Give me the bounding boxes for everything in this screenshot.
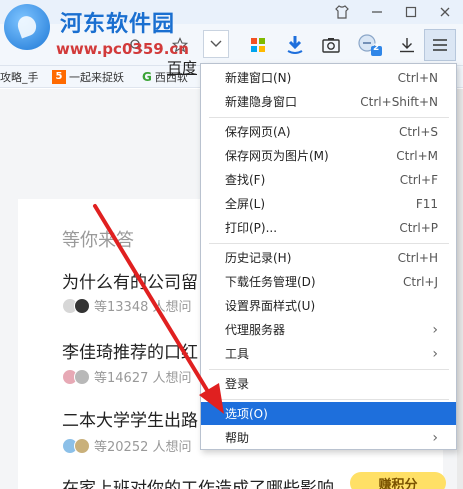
- question-title[interactable]: 二本大学学生出路: [62, 406, 198, 431]
- menu-item-label: 历史记录(H): [225, 251, 292, 265]
- menu-item-label: 登录: [225, 377, 250, 391]
- avatar: [74, 297, 90, 314]
- menu-item-help[interactable]: 帮助 ›: [201, 426, 456, 449]
- question-title[interactable]: 李佳琦推荐的口红: [62, 338, 198, 363]
- menu-item-print[interactable]: 打印(P)... Ctrl+P: [201, 216, 456, 239]
- address-dropdown-button[interactable]: [203, 30, 229, 58]
- menu-separator: [209, 243, 449, 244]
- bookmark-label: 一起来捉妖: [69, 71, 124, 84]
- watermark-url: www.pc0359.cn: [56, 40, 189, 58]
- avatar: [74, 437, 90, 454]
- menu-item-proxy-server[interactable]: 代理服务器 ›: [201, 318, 456, 341]
- baidu-link[interactable]: 百度: [167, 57, 197, 78]
- chevron-right-icon: ›: [432, 429, 438, 446]
- menu-separator: [209, 369, 449, 370]
- apps-icon[interactable]: [248, 32, 268, 58]
- menu-item-shortcut: Ctrl+F: [399, 172, 438, 187]
- menu-item-label: 设置界面样式(U): [225, 299, 316, 313]
- menu-item-shortcut: F11: [415, 196, 438, 211]
- close-icon[interactable]: [428, 0, 462, 24]
- bookmark-item[interactable]: 5 一起来捉妖: [52, 69, 124, 85]
- chevron-right-icon: ›: [432, 321, 438, 338]
- avatar: [74, 368, 90, 385]
- menu-item-label: 保存网页(A): [225, 125, 291, 139]
- watermark-logo: [4, 4, 50, 50]
- menu-separator: [209, 117, 449, 118]
- menu-button[interactable]: [424, 29, 456, 61]
- question-meta: 等20252 人想问: [62, 436, 192, 455]
- menu-item-interface-style[interactable]: 设置界面样式(U): [201, 294, 456, 317]
- question-title[interactable]: 为什么有的公司留: [62, 268, 198, 293]
- download-shield-icon[interactable]: [284, 32, 306, 58]
- notification-icon[interactable]: 2: [356, 32, 384, 58]
- menu-item-save-page-as-image[interactable]: 保存网页为图片(M) Ctrl+M: [201, 144, 456, 167]
- bookmark-favicon-icon: G: [142, 70, 152, 84]
- menu-item-label: 工具: [225, 347, 250, 361]
- menu-item-label: 打印(P)...: [225, 221, 278, 235]
- screenshot-icon[interactable]: [320, 32, 342, 58]
- question-meta: 等13348 人想问: [62, 296, 192, 315]
- earn-points-badge[interactable]: 赚积分: [350, 472, 446, 489]
- menu-item-options[interactable]: 选项(O): [201, 402, 456, 425]
- menu-item-history[interactable]: 历史记录(H) Ctrl+H: [201, 246, 456, 269]
- bookmark-favicon-icon: 5: [52, 70, 66, 84]
- menu-item-shortcut: Ctrl+J: [403, 274, 438, 289]
- scrollbar[interactable]: [457, 89, 463, 489]
- menu-item-download-manager[interactable]: 下载任务管理(D) Ctrl+J: [201, 270, 456, 293]
- menu-item-label: 代理服务器: [225, 323, 286, 337]
- download-icon[interactable]: [396, 32, 418, 58]
- menu-item-label: 下载任务管理(D): [225, 275, 316, 289]
- browser-main-menu: 新建窗口(N) Ctrl+N 新建隐身窗口 Ctrl+Shift+N 保存网页(…: [200, 63, 457, 450]
- notification-count: 2: [373, 43, 380, 53]
- bookmark-label: 攻略_手: [0, 71, 39, 84]
- shirt-icon[interactable]: [325, 0, 359, 24]
- menu-item-login[interactable]: 登录: [201, 372, 456, 395]
- question-meta: 等14627 人想问: [62, 367, 192, 386]
- menu-item-label: 选项(O): [225, 407, 268, 421]
- menu-item-save-page[interactable]: 保存网页(A) Ctrl+S: [201, 120, 456, 143]
- question-meta-text: 等20252 人想问: [94, 440, 192, 455]
- restore-icon[interactable]: [394, 0, 428, 24]
- menu-item-label: 新建隐身窗口: [225, 95, 298, 109]
- menu-item-shortcut: Ctrl+N: [397, 70, 438, 85]
- menu-item-new-window[interactable]: 新建窗口(N) Ctrl+N: [201, 66, 456, 89]
- question-meta-text: 等13348 人想问: [94, 300, 192, 315]
- section-title: 等你来答: [62, 230, 134, 251]
- menu-item-shortcut: Ctrl+H: [397, 250, 438, 265]
- menu-item-label: 帮助: [225, 431, 250, 445]
- menu-item-find[interactable]: 查找(F) Ctrl+F: [201, 168, 456, 191]
- menu-item-label: 查找(F): [225, 173, 266, 187]
- menu-item-label: 新建窗口(N): [225, 71, 292, 85]
- bookmark-item[interactable]: 攻略_手: [0, 69, 39, 85]
- menu-item-new-incognito-window[interactable]: 新建隐身窗口 Ctrl+Shift+N: [201, 90, 456, 113]
- menu-item-fullscreen[interactable]: 全屏(L) F11: [201, 192, 456, 215]
- question-title[interactable]: 在家上班对你的工作造成了哪些影响: [62, 474, 334, 489]
- menu-item-shortcut: Ctrl+S: [398, 124, 438, 139]
- menu-item-label: 全屏(L): [225, 197, 266, 211]
- menu-separator: [209, 399, 449, 400]
- menu-item-label: 保存网页为图片(M): [225, 149, 329, 163]
- chevron-down-icon: [210, 40, 222, 47]
- watermark-title: 河东软件园: [60, 12, 176, 37]
- minimize-icon[interactable]: [360, 0, 394, 24]
- menu-item-tools[interactable]: 工具 ›: [201, 342, 456, 365]
- chevron-right-icon: ›: [432, 345, 438, 362]
- menu-icon: [433, 39, 447, 51]
- question-meta-text: 等14627 人想问: [94, 371, 192, 386]
- menu-item-shortcut: Ctrl+M: [396, 148, 438, 163]
- menu-item-shortcut: Ctrl+P: [399, 220, 438, 235]
- menu-item-shortcut: Ctrl+Shift+N: [360, 94, 438, 109]
